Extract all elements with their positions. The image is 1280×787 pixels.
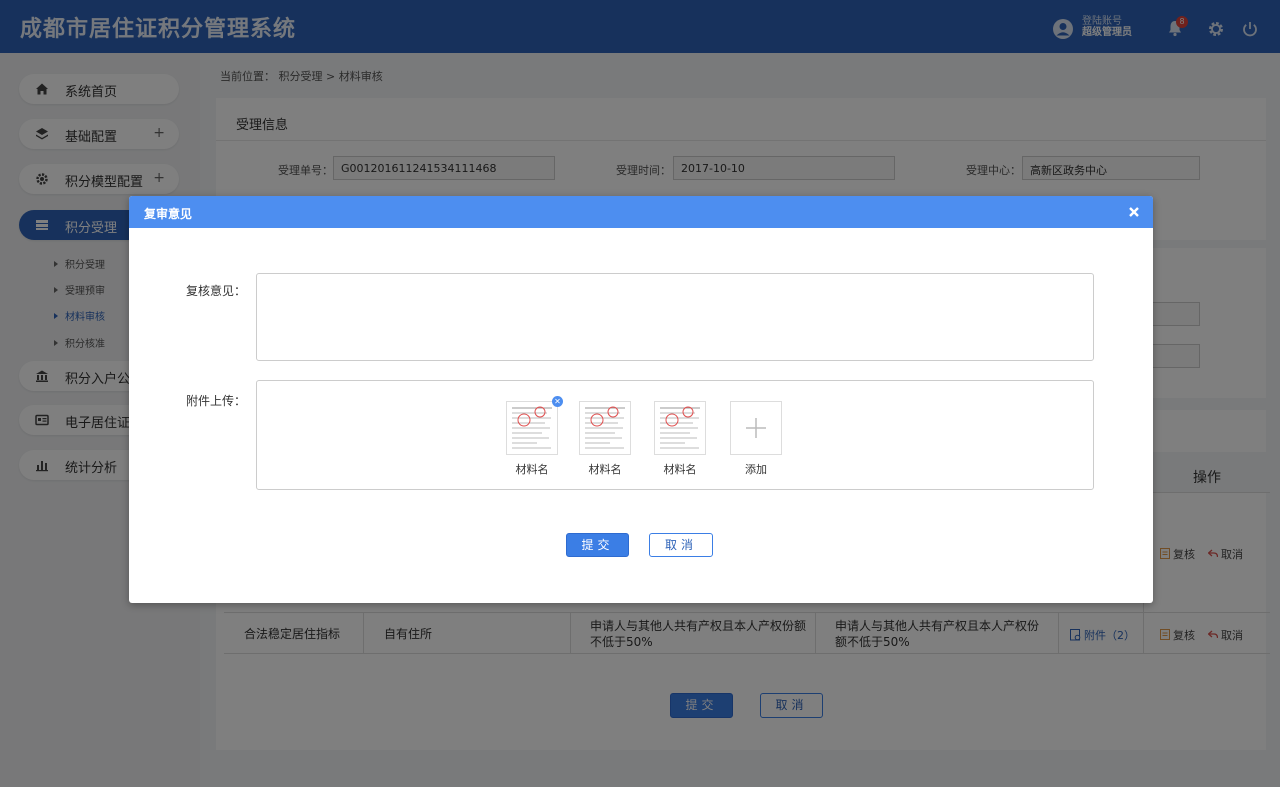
file-name: 材料名 <box>588 463 622 476</box>
file-thumbnail[interactable] <box>579 401 631 455</box>
document-preview-icon <box>585 406 625 449</box>
attachment-upload-area: ✕ 材料名 材料名 材料名 添加 <box>256 380 1094 490</box>
dialog-cancel-button[interactable]: 取消 <box>649 533 713 557</box>
document-preview-icon <box>512 406 552 449</box>
review-opinion-dialog: 复审意见 复核意见： 附件上传： ✕ 材料名 材料名 材料名 添加 提交 取消 <box>129 196 1153 603</box>
attachment-upload-label: 附件上传： <box>186 394 247 408</box>
file-thumbnail[interactable] <box>654 401 706 455</box>
add-file-label: 添加 <box>745 463 767 476</box>
file-thumbnail[interactable] <box>506 401 558 455</box>
opinion-textarea[interactable] <box>256 273 1094 361</box>
file-name: 材料名 <box>515 463 549 476</box>
opinion-label: 复核意见： <box>186 284 247 298</box>
file-name: 材料名 <box>663 463 697 476</box>
document-preview-icon <box>660 406 700 449</box>
dialog-title: 复审意见 <box>144 207 193 221</box>
add-file-button[interactable] <box>730 401 782 455</box>
close-icon[interactable] <box>1127 205 1141 219</box>
remove-file-icon[interactable]: ✕ <box>552 396 563 407</box>
dialog-submit-button[interactable]: 提交 <box>566 533 629 557</box>
plus-icon <box>746 418 766 438</box>
dialog-header: 复审意见 <box>129 196 1153 228</box>
